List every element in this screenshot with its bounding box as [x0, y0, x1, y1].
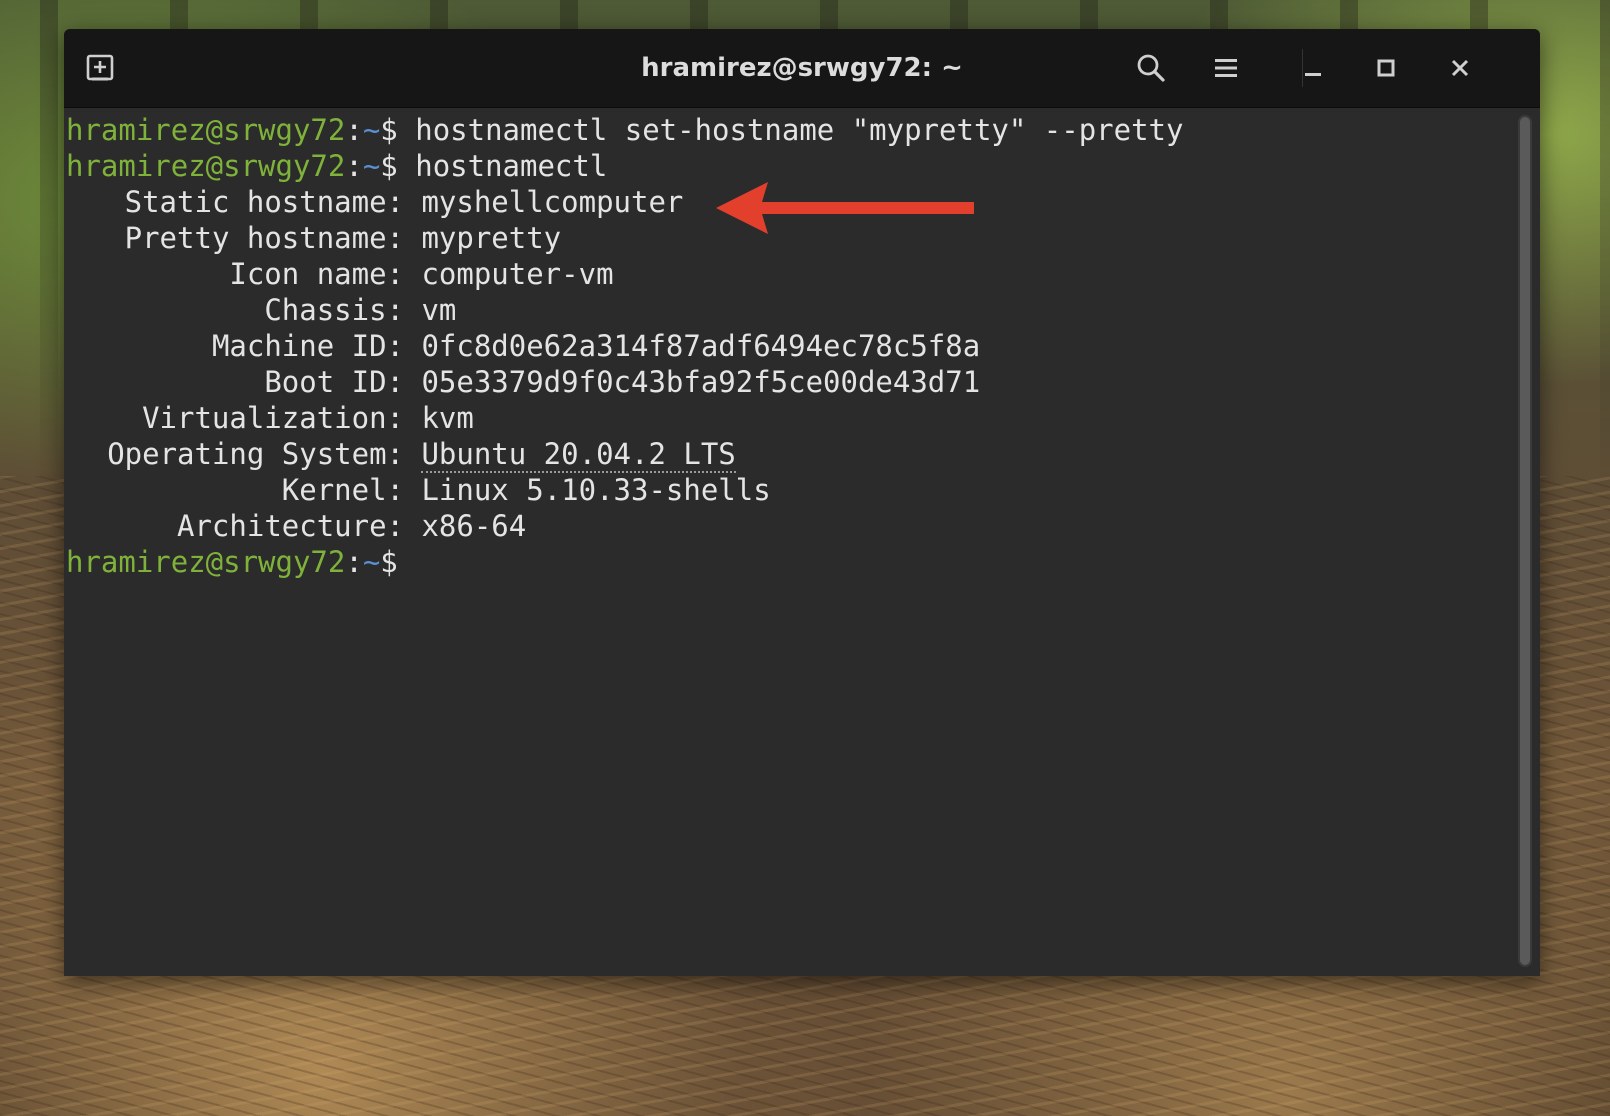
- command-text: hostnamectl: [415, 149, 608, 183]
- minimize-icon: [1305, 73, 1321, 76]
- prompt-user-host: hramirez@srwgy72: [66, 545, 346, 579]
- prompt-symbol: $: [380, 545, 398, 579]
- scrollbar-thumb[interactable]: [1520, 117, 1530, 965]
- output-row: Chassis: vm: [66, 292, 1540, 328]
- output-value-boot-id: 05e3379d9f0c43bfa92f5ce00de43d71: [421, 365, 981, 399]
- output-value-machine-id: 0fc8d0e62a314f87adf6494ec78c5f8a: [421, 329, 981, 363]
- output-row: Kernel: Linux 5.10.33-shells: [66, 472, 1540, 508]
- current-prompt-line[interactable]: hramirez@srwgy72:~$: [66, 544, 1540, 580]
- output-row: Virtualization: kvm: [66, 400, 1540, 436]
- command-text: hostnamectl set-hostname "mypretty" --pr…: [415, 113, 1184, 147]
- output-row: Boot ID: 05e3379d9f0c43bfa92f5ce00de43d7…: [66, 364, 1540, 400]
- output-label: Operating System:: [107, 437, 404, 471]
- output-value-chassis: vm: [421, 293, 457, 327]
- prompt-colon: :: [345, 545, 363, 579]
- output-value-static-hostname: myshellcomputer: [421, 185, 684, 219]
- output-label: Architecture:: [177, 509, 404, 543]
- titlebar: hramirez@srwgy72: ~: [64, 29, 1540, 108]
- red-arrow-left-icon: [716, 182, 974, 234]
- output-value-pretty-hostname: mypretty: [421, 221, 562, 255]
- terminal-output[interactable]: hramirez@srwgy72:~$ hostnamectl set-host…: [64, 108, 1540, 976]
- output-row: Operating System: Ubuntu 20.04.2 LTS: [66, 436, 1540, 473]
- terminal-window: hramirez@srwgy72: ~ hramirez@srwgy72:~$ …: [64, 29, 1540, 976]
- minimize-button[interactable]: [1291, 46, 1335, 90]
- output-label: Chassis:: [264, 293, 404, 327]
- search-icon: [1137, 54, 1165, 82]
- output-value-architecture: x86-64: [421, 509, 527, 543]
- output-label: Static hostname:: [124, 185, 404, 219]
- maximize-button[interactable]: [1364, 46, 1408, 90]
- prompt-path: ~: [362, 113, 381, 147]
- output-label: Boot ID:: [264, 365, 404, 399]
- output-row: Machine ID: 0fc8d0e62a314f87adf6494ec78c…: [66, 328, 1540, 364]
- menu-button[interactable]: [1204, 46, 1248, 90]
- output-label: Icon name:: [229, 257, 404, 291]
- close-icon: [1451, 59, 1469, 77]
- hamburger-menu-icon: [1215, 59, 1237, 77]
- prompt-symbol: $: [380, 113, 398, 147]
- output-row: Icon name: computer-vm: [66, 256, 1540, 292]
- output-label: Virtualization:: [142, 401, 404, 435]
- command-line-1: hramirez@srwgy72:~$ hostnamectl set-host…: [66, 112, 1540, 148]
- prompt-colon: :: [345, 113, 363, 147]
- output-value-virtualization: kvm: [421, 401, 474, 435]
- output-row: Architecture: x86-64: [66, 508, 1540, 544]
- output-value-kernel: Linux 5.10.33-shells: [421, 473, 771, 507]
- prompt-path: ~: [362, 149, 381, 183]
- prompt-colon: :: [345, 149, 363, 183]
- search-button[interactable]: [1129, 46, 1173, 90]
- prompt-symbol: $: [380, 149, 398, 183]
- prompt-user-host: hramirez@srwgy72: [66, 149, 346, 183]
- close-button[interactable]: [1438, 46, 1482, 90]
- prompt-path: ~: [362, 545, 381, 579]
- output-value-operating-system-link[interactable]: Ubuntu 20.04.2 LTS: [421, 437, 736, 473]
- command-line-2: hramirez@srwgy72:~$ hostnamectl: [66, 148, 1540, 184]
- prompt-user-host: hramirez@srwgy72: [66, 113, 346, 147]
- output-label: Machine ID:: [211, 329, 404, 363]
- output-value-icon-name: computer-vm: [421, 257, 614, 291]
- maximize-icon: [1377, 59, 1395, 77]
- output-label: Pretty hostname:: [124, 221, 404, 255]
- vertical-scrollbar[interactable]: [1518, 115, 1532, 967]
- output-label: Kernel:: [281, 473, 404, 507]
